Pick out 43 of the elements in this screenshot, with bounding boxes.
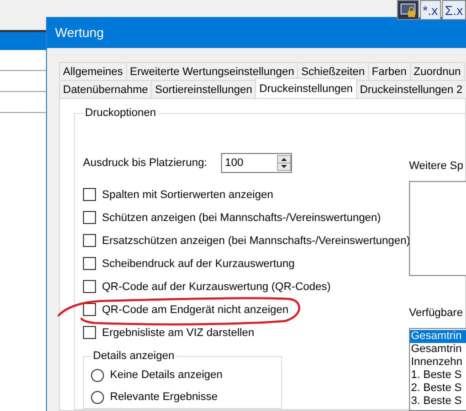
tab[interactable]: Datenübernahme — [59, 80, 152, 98]
tab[interactable]: Sortiereinstellungen — [151, 80, 256, 98]
toolbar-button[interactable]: *.x — [420, 0, 441, 20]
checkbox[interactable] — [83, 211, 96, 224]
radio-label: Relevante Ergebnisse — [110, 391, 218, 403]
list-item[interactable]: Gesamtrin — [410, 330, 466, 343]
toolbar-button[interactable]: Σ.x — [442, 0, 466, 20]
checkbox[interactable] — [83, 188, 96, 201]
radio-button[interactable] — [91, 390, 104, 404]
list-label: Weitere Sp — [409, 160, 464, 172]
checkbox[interactable] — [83, 257, 96, 270]
radio-button[interactable] — [91, 368, 104, 382]
field-label: Ausdruck bis Platzierung: — [83, 157, 208, 169]
radio-label: Keine Details anzeigen — [110, 369, 223, 381]
list-box[interactable]: Gesamtrin Gesamtrin Innenzehn 1. Beste S 2. Beste S 3. Beste S — [409, 328, 466, 411]
checkbox-label: Ersatzschützen anzeigen (bei Mannschafts-/Vereinswertungen) — [102, 234, 410, 246]
checkbox[interactable] — [83, 326, 96, 339]
group-title: Details anzeigen — [92, 350, 176, 362]
tab[interactable]: Druckeinstellungen 2 — [356, 80, 466, 98]
checkbox-label: Scheibendruck auf der Kurzauswertung — [102, 258, 295, 270]
checkbox-label: QR-Code auf der Kurzauswertung (QR-Codes) — [102, 280, 331, 292]
checkbox-label: Schützen anzeigen (bei Mannschafts-/Vereinswertungen) — [102, 212, 381, 224]
tab[interactable]: Zuordnun — [410, 62, 465, 80]
list-item[interactable]: 2. Beste S — [410, 382, 466, 395]
checkbox-label: Ergebnisliste am VIZ darstellen — [102, 326, 254, 338]
group-title: Druckoptionen — [84, 107, 157, 119]
checkbox[interactable] — [83, 280, 96, 293]
monitor-lock-icon[interactable] — [396, 0, 419, 20]
checkbox-label: QR-Code am Endgerät nicht anzeigen — [102, 304, 288, 316]
list-item[interactable]: Innenzehn — [410, 356, 466, 369]
spin-arrows-icon[interactable] — [277, 155, 291, 171]
checkbox[interactable] — [83, 303, 96, 316]
number-field[interactable]: 100 — [221, 153, 292, 173]
list-item[interactable]: 3. Beste S — [410, 395, 466, 408]
list-item[interactable]: Gesamtrin — [410, 343, 466, 356]
tab[interactable]: Druckeinstellungen — [255, 78, 357, 98]
tab[interactable]: Allgemeines — [59, 62, 127, 80]
list-label: Verfügbare — [409, 307, 464, 319]
checkbox-label: Spalten mit Sortierwerten anzeigen — [102, 188, 274, 200]
checkbox[interactable] — [83, 234, 96, 247]
tab[interactable]: Erweiterte Wertungseinstellungen — [126, 62, 298, 80]
window-title: Wertung — [47, 17, 466, 48]
list-item[interactable]: 1. Beste S — [410, 369, 466, 382]
